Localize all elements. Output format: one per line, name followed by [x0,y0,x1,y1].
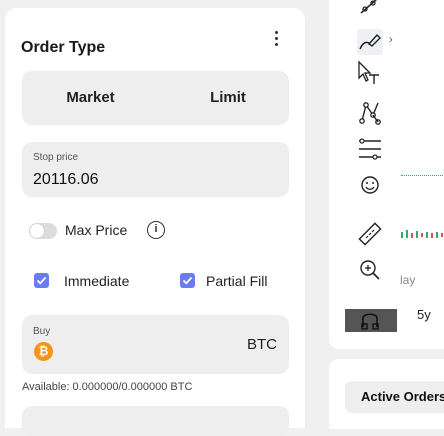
stop-price-field[interactable]: Stop price 20116.06 [22,142,289,197]
more-tools-arrow[interactable]: › [389,34,393,46]
buy-label: Buy [33,326,51,337]
stop-price-value[interactable]: 20116.06 [33,171,99,189]
toggle-knob [30,224,44,238]
day-range-label[interactable]: lay [400,273,415,287]
max-price-row: Max Price i [29,220,289,242]
chart-panel: › lay 5y [329,0,444,349]
immediate-checkbox[interactable] [34,273,49,288]
next-input-field[interactable] [22,406,289,436]
order-panel: Order Type Market Limit Stop price 20116… [5,8,305,436]
trend-line-icon[interactable] [357,0,383,21]
orders-panel: Active Orders [329,359,444,429]
price-dotted-line [401,175,444,176]
fib-levels-icon[interactable] [357,136,383,162]
max-price-label: Max Price [65,222,128,238]
market-tab[interactable]: Market [22,71,159,125]
order-type-switch: Market Limit [22,71,289,125]
max-price-toggle[interactable] [29,223,57,239]
check-icon [36,276,47,285]
candlestick-snippet [401,230,443,238]
smiley-icon[interactable] [357,172,383,198]
execution-options-row: Immediate Partial Fill [34,271,294,291]
bitcoin-icon: ₿ [34,342,53,361]
tab-active-orders[interactable]: Active Orders [345,381,444,413]
buy-amount-field[interactable]: Buy ₿ BTC [22,315,289,374]
magnet-icon[interactable] [357,307,383,333]
immediate-label: Immediate [64,273,130,289]
check-icon [182,276,193,285]
buy-currency: BTC [247,336,277,353]
range-5y-button[interactable]: 5y [417,307,431,322]
cursor-text-icon[interactable] [357,60,383,86]
ruler-icon[interactable] [357,221,383,247]
partial-fill-label: Partial Fill [206,273,268,289]
zoom-in-icon[interactable] [357,257,383,283]
limit-tab[interactable]: Limit [167,71,289,125]
info-icon[interactable]: i [147,221,165,239]
stop-price-label: Stop price [33,152,79,163]
partial-fill-checkbox[interactable] [180,273,195,288]
pattern-icon[interactable] [357,100,383,126]
brush-icon[interactable] [357,29,383,55]
kebab-menu-icon[interactable] [271,31,281,49]
available-balance: Available: 0.000000/0.000000 BTC [22,381,193,393]
order-type-title: Order Type [21,39,106,56]
